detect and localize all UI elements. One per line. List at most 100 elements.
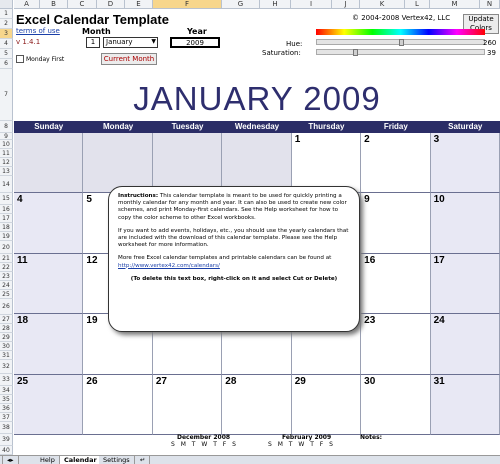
row-header-5[interactable]: 5 [0, 49, 13, 59]
year-input[interactable]: 2009 [170, 37, 220, 48]
row-header-33[interactable]: 33 [0, 374, 13, 386]
calendar-day-cell[interactable]: 31 [430, 374, 500, 435]
saturation-slider[interactable] [316, 49, 485, 56]
row-header-32[interactable]: 32 [0, 360, 13, 374]
calendar-day-cell[interactable]: 26 [83, 374, 153, 435]
row-header-34[interactable]: 34 [0, 386, 13, 395]
terms-of-use-link[interactable]: terms of use [16, 27, 60, 35]
column-header-c[interactable]: C [68, 0, 97, 9]
column-header-g[interactable]: G [222, 0, 260, 9]
calendar-day-cell[interactable]: 18 [14, 314, 84, 375]
calendar-day-cell[interactable] [222, 133, 292, 194]
calendar-day-cell[interactable] [14, 133, 84, 194]
calendar-day-cell[interactable]: 25 [14, 374, 84, 435]
instructions-p4: (To delete this text box, right-click on… [130, 275, 338, 282]
row-header-21[interactable]: 21 [0, 254, 13, 263]
column-header-h[interactable]: H [260, 0, 291, 9]
calendar-day-number: 4 [17, 194, 23, 206]
instructions-textbox[interactable]: Instructions: This calendar template is … [108, 186, 360, 332]
select-all-corner[interactable] [0, 0, 13, 9]
row-header-16[interactable]: 16 [0, 205, 13, 214]
notes-label: Notes: [360, 434, 383, 441]
row-header-3[interactable]: 3 [0, 29, 13, 39]
column-header-i[interactable]: I [291, 0, 332, 9]
calendar-day-cell[interactable] [152, 133, 223, 194]
row-header-22[interactable]: 22 [0, 263, 13, 272]
row-header-8[interactable]: 8 [0, 121, 13, 133]
column-header-n[interactable]: N [480, 0, 500, 9]
calendar-day-cell[interactable]: 11 [14, 253, 84, 315]
row-header-14[interactable]: 14 [0, 176, 13, 193]
tab-insert-sheet[interactable]: ↵ [136, 456, 151, 464]
row-header-36[interactable]: 36 [0, 404, 13, 413]
row-header-28[interactable]: 28 [0, 324, 13, 333]
row-header-37[interactable]: 37 [0, 413, 13, 422]
column-header-a[interactable]: A [14, 0, 40, 9]
row-header-39[interactable]: 39 [0, 434, 13, 446]
row-header-24[interactable]: 24 [0, 281, 13, 290]
calendar-day-cell[interactable] [83, 133, 153, 194]
row-header-30[interactable]: 30 [0, 342, 13, 351]
calendar-day-cell[interactable]: 9 [361, 193, 431, 254]
calendar-day-cell[interactable]: 29 [291, 374, 362, 435]
hue-slider[interactable] [316, 39, 485, 46]
calendar-day-cell[interactable]: 24 [430, 314, 500, 375]
row-header-27[interactable]: 27 [0, 315, 13, 324]
row-header-4[interactable]: 4 [0, 39, 13, 49]
calendar-day-cell[interactable]: 10 [430, 193, 500, 254]
vertex42-link[interactable]: http://www.vertex42.com/calendars/ [118, 263, 220, 269]
tab-nav-arrows[interactable]: ◂▸ [2, 456, 19, 464]
row-header-2[interactable]: 2 [0, 19, 13, 29]
weekday-header: Sunday Monday Tuesday Wednesday Thursday Frid… [14, 121, 500, 133]
tab-settings[interactable]: Settings [99, 456, 135, 464]
column-header-d[interactable]: D [97, 0, 125, 9]
current-month-button[interactable]: Current Month [101, 53, 157, 65]
row-header-29[interactable]: 29 [0, 333, 13, 342]
row-header-13[interactable]: 13 [0, 167, 13, 176]
calendar-day-cell[interactable]: 30 [361, 374, 431, 435]
row-header-15[interactable]: 15 [0, 193, 13, 205]
calendar-day-cell[interactable]: 17 [430, 253, 500, 315]
row-header-1[interactable]: 1 [0, 9, 13, 19]
calendar-day-cell[interactable]: 2 [361, 133, 431, 194]
row-header-9[interactable]: 9 [0, 133, 13, 140]
row-header-19[interactable]: 19 [0, 232, 13, 241]
month-number-input[interactable]: 1 [86, 37, 100, 48]
row-header-20[interactable]: 20 [0, 241, 13, 254]
hue-slider-thumb[interactable] [399, 39, 404, 46]
chevron-down-icon[interactable]: ▼ [151, 38, 156, 45]
column-header-j[interactable]: J [332, 0, 360, 9]
calendar-day-cell[interactable]: 16 [361, 253, 431, 315]
row-header-25[interactable]: 25 [0, 290, 13, 299]
tab-help[interactable]: Help [36, 456, 60, 464]
column-header-l[interactable]: L [405, 0, 430, 9]
row-header-10[interactable]: 10 [0, 140, 13, 149]
column-header-k[interactable]: K [360, 0, 405, 9]
calendar-day-cell[interactable]: 23 [361, 314, 431, 375]
calendar-day-cell[interactable]: 1 [291, 133, 362, 194]
row-header-17[interactable]: 17 [0, 214, 13, 223]
saturation-slider-thumb[interactable] [353, 49, 358, 56]
column-header-f[interactable]: F [153, 0, 222, 9]
month-select[interactable]: January ▼ [103, 37, 158, 48]
row-header-7[interactable]: 7 [0, 69, 13, 121]
row-header-12[interactable]: 12 [0, 158, 13, 167]
row-header-18[interactable]: 18 [0, 223, 13, 232]
row-header-23[interactable]: 23 [0, 272, 13, 281]
row-header-40[interactable]: 40 [0, 446, 13, 455]
calendar-day-cell[interactable]: 3 [430, 133, 500, 194]
tab-calendar[interactable]: Calendar [60, 456, 102, 464]
calendar-day-cell[interactable]: 4 [14, 193, 84, 254]
calendar-day-cell[interactable]: 28 [222, 374, 292, 435]
row-header-26[interactable]: 26 [0, 299, 13, 315]
row-header-38[interactable]: 38 [0, 422, 13, 434]
row-header-31[interactable]: 31 [0, 351, 13, 360]
monday-first-checkbox[interactable] [16, 55, 24, 63]
column-header-b[interactable]: B [40, 0, 68, 9]
column-header-e[interactable]: E [125, 0, 153, 9]
row-header-35[interactable]: 35 [0, 395, 13, 404]
column-header-m[interactable]: M [430, 0, 480, 9]
row-header-11[interactable]: 11 [0, 149, 13, 158]
calendar-day-cell[interactable]: 27 [152, 374, 223, 435]
row-header-6[interactable]: 6 [0, 59, 13, 69]
